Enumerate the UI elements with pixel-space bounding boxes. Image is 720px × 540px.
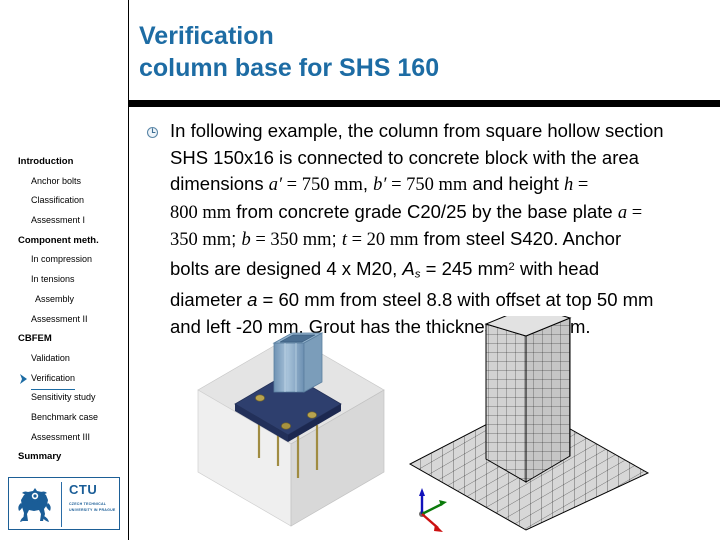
text-run: = (250, 230, 271, 250)
ctu-lion-emblem-icon (15, 483, 55, 530)
sidebar-item-sensitivity-study[interactable]: Sensitivity study (0, 388, 128, 408)
text-run: bolts are designed 4 x M20, (170, 257, 403, 279)
sidebar-nav: Introduction Anchor bolts Classification As… (0, 152, 128, 467)
text-run: a′ (268, 175, 283, 195)
sidebar-item-in-tensions[interactable]: In tensions (0, 270, 128, 290)
text-run: a (617, 202, 628, 223)
text-run: ; (231, 228, 242, 249)
text-run: = 245 mm (420, 257, 509, 279)
page-title: Verification column base for SHS 160 (139, 20, 714, 84)
sidebar-item-label: Classification (31, 195, 85, 206)
paragraph-line: bolts are designed 4 x M20, As = 245 mm2… (170, 254, 715, 288)
text-run: b′ (373, 175, 387, 195)
text-run: b (241, 230, 251, 250)
text-run: and height (467, 173, 564, 194)
text-run: a (247, 289, 258, 311)
sidebar-item-introduction[interactable]: Introduction (0, 152, 128, 172)
sidebar-item-assessment-ii[interactable]: Assessment II (0, 310, 128, 330)
text-run: = (386, 175, 407, 195)
sidebar-item-label: Verification (31, 369, 76, 391)
ctu-logo: CTU CZECH TECHNICAL UNIVERSITY IN PRAGUE (8, 477, 120, 530)
sidebar-item-label: Assessment II (31, 313, 88, 324)
sidebar-item-label: Component meth. (18, 234, 99, 246)
sidebar-item-component-meth[interactable]: Component meth. (0, 231, 128, 251)
text-run: = (282, 175, 302, 195)
text-run: dimensions (170, 173, 269, 194)
circle-arrow-bullet-icon (146, 126, 159, 139)
paragraph-line: SHS 150x16 is connected to concrete bloc… (170, 145, 715, 172)
text-run: A (402, 257, 415, 279)
sidebar-item-classification[interactable]: Classification (0, 191, 128, 211)
page-title-line-2: column base for SHS 160 (139, 54, 440, 82)
sidebar-item-label: In compression (31, 254, 93, 265)
sidebar-item-assessment-i[interactable]: Assessment I (0, 211, 128, 231)
cad-model-column-base-figure (186, 318, 396, 540)
text-run: = (573, 175, 589, 195)
sidebar-item-label: Assessment I (31, 215, 86, 226)
sidebar-item-label: Anchor bolts (31, 175, 82, 186)
text-run: SHS 150x16 is connected to concrete bloc… (170, 146, 639, 168)
sidebar-item-verification[interactable]: Verification (0, 369, 128, 391)
ctu-logo-subtitle: CZECH TECHNICAL UNIVERSITY IN PRAGUE (69, 502, 116, 512)
sidebar-item-anchor-bolts[interactable]: Anchor bolts (0, 172, 128, 192)
text-run: 750 mm (301, 175, 363, 195)
text-run: 20 mm (366, 230, 419, 250)
sidebar-item-label: Benchmark case (31, 411, 99, 422)
text-run: 750 mm (406, 175, 468, 195)
sidebar-item-validation[interactable]: Validation (0, 349, 128, 369)
sidebar-item-label: Assembly (35, 293, 75, 304)
sidebar-divider-rule (128, 0, 129, 540)
logo-divider (61, 482, 62, 527)
text-run: 800 mm (170, 202, 232, 223)
text-run: 350 mm (170, 230, 232, 250)
text-run: = (627, 202, 643, 223)
sidebar-item-label: Validation (31, 352, 70, 363)
sidebar-item-assessment-iii[interactable]: Assessment III (0, 428, 128, 448)
text-run: = (346, 230, 367, 250)
sidebar-item-cbfem[interactable]: CBFEM (0, 329, 128, 349)
paragraph-line: 800 mm from concrete grade C20/25 by the… (170, 199, 715, 227)
sidebar-item-assembly[interactable]: Assembly (0, 290, 128, 310)
sidebar-item-label: CBFEM (18, 333, 52, 345)
text-run: ; (331, 228, 342, 249)
title-underline-bar (129, 100, 720, 107)
axis-triad-icon (419, 488, 447, 532)
sidebar-item-label: Sensitivity study (31, 392, 96, 403)
text-run: from steel S420. Anchor (418, 228, 622, 249)
paragraph-line: dimensions a′ = 750 mm, b′ = 750 mm and … (170, 171, 715, 199)
sidebar-item-label: In tensions (31, 274, 75, 285)
text-run: diameter (170, 289, 248, 311)
content-paragraph: In following example, the column from sq… (170, 118, 715, 340)
sidebar-item-in-compression[interactable]: In compression (0, 250, 128, 270)
sidebar-item-summary[interactable]: Summary (0, 447, 128, 467)
sidebar-item-benchmark-case[interactable]: Benchmark case (0, 408, 128, 428)
fem-mesh-model-figure (398, 316, 658, 540)
sidebar-item-label: Introduction (18, 156, 74, 167)
text-run: = 60 mm from steel 8.8 with offset at to… (257, 289, 654, 311)
chevron-right-icon (19, 373, 29, 385)
ctu-logo-acronym: CTU (69, 482, 98, 497)
sidebar-item-label: Assessment III (31, 431, 91, 442)
paragraph-line: 350 mm; b = 350 mm; t = 20 mm from steel… (170, 226, 715, 254)
text-run: from concrete grade C20/25 by the base p… (231, 200, 618, 222)
text-run: 350 mm (270, 230, 332, 250)
paragraph-line: In following example, the column from sq… (170, 118, 715, 145)
text-run: with head (514, 257, 600, 279)
page-title-line-1: Verification (139, 22, 274, 50)
text-run: , (362, 173, 374, 194)
paragraph-line: diameter a = 60 mm from steel 8.8 with o… (170, 287, 715, 314)
sidebar-item-label: Summary (18, 451, 62, 463)
text-run: In following example, the column from sq… (170, 120, 664, 141)
text-run: h (563, 175, 574, 195)
